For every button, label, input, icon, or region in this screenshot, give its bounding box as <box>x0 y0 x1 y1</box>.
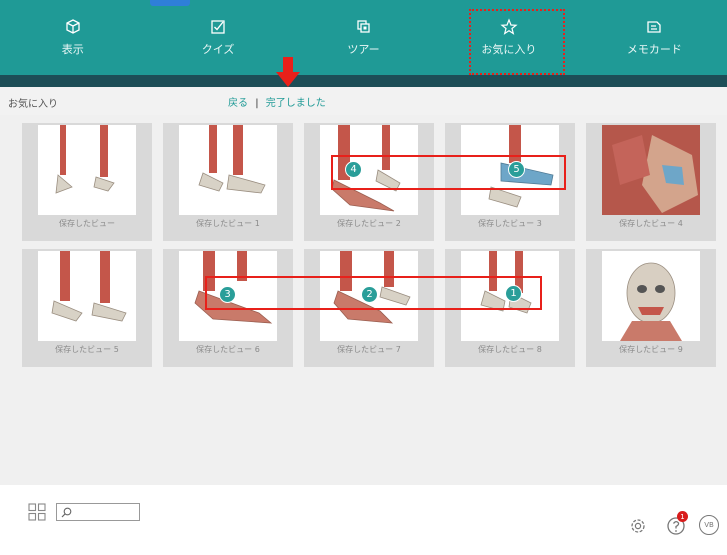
top-strip <box>0 0 727 6</box>
toolbar-quiz-button[interactable]: クイズ <box>145 0 290 75</box>
subheader-actions: 戻る | 完了しました <box>228 94 326 109</box>
toolbar-divider-bar <box>0 75 727 87</box>
favorites-subheader: お気に入り 戻る | 完了しました <box>0 87 727 115</box>
toolbar-view-label: 表示 <box>61 43 84 56</box>
search-input[interactable] <box>56 503 140 521</box>
toolbar-view-button[interactable]: 表示 <box>0 0 145 75</box>
saved-view-card[interactable]: 保存したビュー 9 <box>586 249 716 367</box>
app-window: { "toolbar": { "items": [ {"label": "表示"… <box>0 0 727 555</box>
favorites-highlight <box>469 9 565 75</box>
gear-icon[interactable] <box>628 516 648 536</box>
saved-view-thumbnail <box>38 251 136 341</box>
action-separator: | <box>255 98 259 109</box>
saved-view-caption: 保存したビュー 5 <box>55 345 119 354</box>
toolbar-notecard-button[interactable]: メモカード <box>582 0 727 75</box>
saved-view-caption: 保存したビュー 6 <box>196 345 260 354</box>
saved-view-caption: 保存したビュー 9 <box>619 345 683 354</box>
done-link[interactable]: 完了しました <box>266 98 326 109</box>
saved-view-caption: 保存したビュー 7 <box>337 345 401 354</box>
back-link[interactable]: 戻る <box>228 98 248 109</box>
down-arrow-icon <box>276 57 300 87</box>
layers-icon <box>356 20 370 33</box>
saved-view-thumbnail <box>602 125 700 215</box>
saved-view-caption: 保存したビュー 4 <box>619 219 683 228</box>
toolbar-tour-button[interactable]: ツアー <box>291 0 436 75</box>
toolbar-quiz-label: クイズ <box>201 43 235 56</box>
saved-view-card[interactable]: 保存したビュー <box>22 123 152 241</box>
saved-view-caption: 保存したビュー <box>59 219 115 228</box>
top-strip-accent <box>150 0 190 6</box>
notification-badge: 1 <box>677 511 688 522</box>
search-icon <box>61 507 72 518</box>
saved-view-thumbnail <box>38 125 136 215</box>
checkbox-icon <box>211 20 225 34</box>
saved-view-caption: 保存したビュー 3 <box>478 219 542 228</box>
saved-view-caption: 保存したビュー 8 <box>478 345 542 354</box>
vb-logo-button[interactable]: VB <box>699 515 719 535</box>
toolbar-notecard-label: メモカード <box>626 43 682 56</box>
saved-view-caption: 保存したビュー 1 <box>196 219 260 228</box>
row1-highlight <box>331 155 566 190</box>
toolbar-tour-label: ツアー <box>347 43 380 56</box>
saved-view-card[interactable]: 保存したビュー 1 <box>163 123 293 241</box>
saved-view-thumbnail <box>179 125 277 215</box>
saved-view-card[interactable]: 保存したビュー 5 <box>22 249 152 367</box>
cube-icon <box>66 19 80 34</box>
saved-view-thumbnail <box>602 251 700 341</box>
saved-view-card[interactable]: 保存したビュー 4 <box>586 123 716 241</box>
note-card-icon <box>647 21 661 33</box>
top-toolbar: 表示 クイズ ツアー お気に入り メモカード <box>0 0 727 75</box>
row2-highlight <box>205 276 542 310</box>
grid-view-icon[interactable] <box>28 503 46 521</box>
page-title: お気に入り <box>8 99 58 110</box>
saved-view-caption: 保存したビュー 2 <box>337 219 401 228</box>
